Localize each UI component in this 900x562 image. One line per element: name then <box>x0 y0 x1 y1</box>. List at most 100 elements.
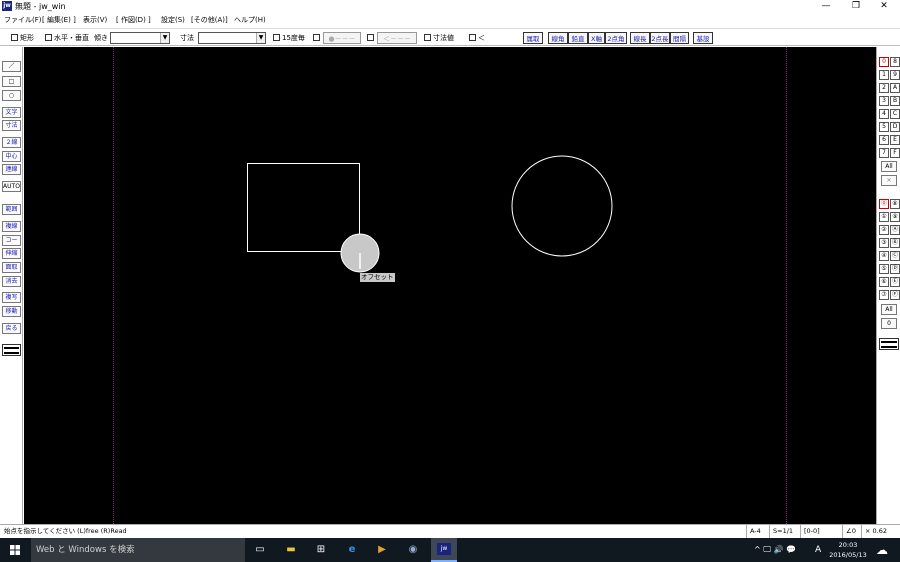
layer-f[interactable]: Ⓕ <box>890 290 900 300</box>
stretch-tool-button[interactable]: 伸縮 <box>2 248 21 259</box>
taskbar-search-input[interactable]: Web と Windows を検索 <box>31 538 245 562</box>
center-line-tool-button[interactable]: 中心線 <box>2 151 21 162</box>
menu-other[interactable]: [その他(A)] <box>191 14 228 26</box>
layer-9[interactable]: ⑨ <box>890 212 900 222</box>
ime-indicator[interactable]: A <box>815 538 821 562</box>
layer-1[interactable]: ① <box>879 212 889 222</box>
attr-pick-button[interactable]: 属取 <box>523 32 543 44</box>
chamfer-tool-button[interactable]: 面取 <box>2 262 21 273</box>
layer-group-2[interactable]: 2 <box>879 83 889 93</box>
line-style-swatch[interactable] <box>2 344 21 356</box>
layer-group-b[interactable]: B <box>890 96 900 106</box>
offset-line-tool-button[interactable]: 複線 <box>2 221 21 232</box>
layer-0[interactable]: ⓪ <box>879 199 889 209</box>
dropdown-arrow-icon[interactable]: ▼ <box>160 33 169 43</box>
erase-tool-button[interactable]: 消去 <box>2 276 21 287</box>
task-view-icon[interactable]: ▭ <box>251 541 269 559</box>
move-tool-button[interactable]: 移動 <box>2 306 21 317</box>
dimension-tool-button[interactable]: 寸法 <box>2 120 21 131</box>
layer-group-9[interactable]: 9 <box>890 70 900 80</box>
taskbar-clock[interactable]: 20:03 2016/05/13 <box>828 540 868 560</box>
dim-combo[interactable]: ▼ <box>198 32 266 44</box>
auto-tool-button[interactable]: AUTO <box>2 181 21 192</box>
arrow-line-button[interactable]: ＜－－－ <box>377 32 417 44</box>
menu-draw[interactable]: [ 作図(D) ] <box>116 14 151 26</box>
circle-tool-button[interactable]: ○ <box>2 90 21 101</box>
line-angle-button[interactable]: 線角 <box>548 32 568 44</box>
layer-group-1[interactable]: 1 <box>879 70 889 80</box>
layer-7[interactable]: ⑦ <box>879 290 889 300</box>
text-tool-button[interactable]: 文字 <box>2 107 21 118</box>
drawn-circle[interactable] <box>511 155 613 257</box>
dim-value-checkbox[interactable]: 寸法値 <box>424 32 454 44</box>
two-point-length-button[interactable]: 2点長 <box>650 32 670 44</box>
notification-icon[interactable]: ☁ <box>876 538 888 562</box>
layer-a[interactable]: Ⓐ <box>890 225 900 235</box>
layer-8[interactable]: ⑧ <box>890 199 900 209</box>
start-button[interactable] <box>0 538 30 562</box>
layer-e[interactable]: Ⓔ <box>890 277 900 287</box>
vertical-button[interactable]: 鉛直 <box>568 32 588 44</box>
menu-view[interactable]: 表示(V) <box>83 14 107 26</box>
layer-zero-button[interactable]: 0 <box>881 318 897 329</box>
range-tool-button[interactable]: 範囲 <box>2 204 21 215</box>
two-point-angle-button[interactable]: 2点角 <box>605 32 627 44</box>
drawing-canvas[interactable]: オフセット <box>24 47 876 524</box>
line-length-button[interactable]: 線長 <box>630 32 650 44</box>
layer-group-e[interactable]: E <box>890 135 900 145</box>
layer-group-all-button[interactable]: All <box>881 161 897 172</box>
dot-line-button[interactable]: ●－－－ <box>323 32 361 44</box>
layer-b[interactable]: Ⓑ <box>890 238 900 248</box>
layer-group-a[interactable]: A <box>890 83 900 93</box>
layer-group-3[interactable]: 3 <box>879 96 889 106</box>
layer-2[interactable]: ② <box>879 225 889 235</box>
jw-win-taskbar-button[interactable]: jw <box>431 538 457 562</box>
menu-help[interactable]: ヘルプ(H) <box>234 14 266 26</box>
layer-group-4[interactable]: 4 <box>879 109 889 119</box>
layer-group-5[interactable]: 5 <box>879 122 889 132</box>
drawn-rectangle[interactable] <box>247 163 360 252</box>
x-axis-button[interactable]: X軸 <box>588 32 605 44</box>
line-tool-button[interactable]: ／ <box>2 61 21 72</box>
zoom-display[interactable]: × 0.62 <box>861 525 900 538</box>
layer-group-7[interactable]: 7 <box>879 148 889 158</box>
double-line-tool-button[interactable]: ２線 <box>2 137 21 148</box>
copy-tool-button[interactable]: 複写 <box>2 292 21 303</box>
layer-group-0[interactable]: 0 <box>879 57 889 67</box>
close-button[interactable]: ✕ <box>870 0 898 13</box>
media-player-icon[interactable]: ▶ <box>373 541 391 559</box>
rectangle-tool-button[interactable]: □ <box>2 76 21 87</box>
arrow-line-checkbox[interactable] <box>367 32 376 44</box>
edge-browser-icon[interactable]: e <box>343 541 361 559</box>
scale-display[interactable]: S=1/1 <box>769 525 799 538</box>
layer-group-c[interactable]: C <box>890 109 900 119</box>
dot-line-checkbox[interactable] <box>313 32 322 44</box>
interval-button[interactable]: 間隔 <box>670 32 689 44</box>
angle-display[interactable]: ∠0 <box>842 525 860 538</box>
deg15-checkbox[interactable]: 15度毎 <box>273 32 305 44</box>
layer-d[interactable]: Ⓓ <box>890 264 900 274</box>
corner-tool-button[interactable]: コーナー <box>2 235 21 246</box>
menu-file[interactable]: ファイル(F) <box>4 14 42 26</box>
layer-group-f[interactable]: F <box>890 148 900 158</box>
layer-group-6[interactable]: 6 <box>879 135 889 145</box>
layer-3[interactable]: ③ <box>879 238 889 248</box>
file-explorer-icon[interactable]: ▬ <box>282 541 300 559</box>
lt-checkbox[interactable]: ＜ <box>469 32 485 44</box>
store-icon[interactable]: ⊞ <box>312 541 330 559</box>
horizontal-vertical-checkbox[interactable]: 水平・垂直 <box>45 32 89 44</box>
layer-info[interactable]: [0-0] <box>800 525 830 538</box>
layer-5[interactable]: ⑤ <box>879 264 889 274</box>
system-tray-icons[interactable]: ^ 🖵 🔊 💬 <box>754 538 796 562</box>
layer-group-d[interactable]: D <box>890 122 900 132</box>
rect-checkbox[interactable]: 矩形 <box>11 32 34 44</box>
layer-group-x-button[interactable]: ✕ <box>881 175 897 186</box>
maximize-button[interactable]: ❐ <box>842 0 870 13</box>
menu-edit[interactable]: [ 編集(E) ] <box>42 14 76 26</box>
undo-button[interactable]: 戻る <box>2 323 21 334</box>
paper-size[interactable]: A-4 <box>746 525 768 538</box>
layer-all-button[interactable]: All <box>881 304 897 315</box>
dropdown-arrow-icon[interactable]: ▼ <box>256 33 265 43</box>
layer-4[interactable]: ④ <box>879 251 889 261</box>
angle-combo[interactable]: ▼ <box>110 32 170 44</box>
